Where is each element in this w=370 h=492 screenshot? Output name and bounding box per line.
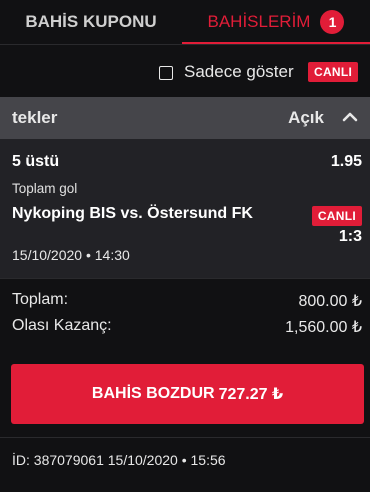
tab-bet-coupon[interactable]: BAHİS KUPONU bbox=[0, 0, 182, 44]
bet-card: 5 üstü 1.95 Toplam gol Nykoping BIS vs. … bbox=[0, 139, 370, 278]
tab-my-bets-label: BAHİSLERİM bbox=[207, 12, 311, 31]
live-only-label[interactable]: Sadece göster bbox=[184, 62, 294, 82]
my-bets-count-badge: 1 bbox=[320, 10, 345, 34]
tab-my-bets[interactable]: BAHİSLERİM 1 bbox=[182, 0, 370, 44]
section-title: tekler bbox=[12, 108, 58, 127]
chevron-up-icon[interactable] bbox=[340, 107, 360, 127]
match-name: Nykoping BIS vs. Östersund FK bbox=[12, 205, 253, 222]
cashout-button[interactable]: BAHİS BOZDUR 727.27 ₺ bbox=[11, 364, 364, 424]
cashout-amount: 727.27 ₺ bbox=[218, 386, 284, 403]
cashout-label: BAHİS BOZDUR bbox=[91, 385, 215, 402]
potential-win-label: Olası Kazanç: bbox=[12, 317, 112, 334]
bet-selection: 5 üstü bbox=[12, 153, 60, 170]
stake-value: 800.00 ₺ bbox=[298, 293, 362, 310]
bet-id-info: İD: 387079061 15/10/2020 • 15:56 bbox=[12, 452, 226, 468]
live-filter-badge: CANLI bbox=[308, 62, 359, 82]
bet-tabs: BAHİS KUPONU BAHİSLERİM 1 bbox=[0, 0, 370, 45]
bet-odds: 1.95 bbox=[330, 153, 362, 170]
live-only-checkbox[interactable] bbox=[159, 66, 173, 80]
bet-totals: Toplam: 800.00 ₺ Olası Kazanç: 1,560.00 … bbox=[0, 278, 370, 348]
bet-market: Toplam gol bbox=[12, 181, 78, 196]
potential-win-value: 1,560.00 ₺ bbox=[285, 319, 362, 336]
match-score: 1:3 bbox=[338, 228, 362, 245]
section-state: Açık bbox=[288, 108, 324, 127]
singles-section-header[interactable]: tekler Açık bbox=[0, 97, 370, 139]
footer-divider bbox=[0, 437, 370, 438]
live-badge: CANLI bbox=[311, 206, 362, 226]
match-datetime: 15/10/2020 • 14:30 bbox=[12, 247, 130, 263]
stake-label: Toplam: bbox=[12, 291, 69, 308]
live-filter-row: Sadece göster CANLI bbox=[0, 45, 370, 95]
tab-bet-coupon-label: BAHİS KUPONU bbox=[25, 12, 157, 31]
